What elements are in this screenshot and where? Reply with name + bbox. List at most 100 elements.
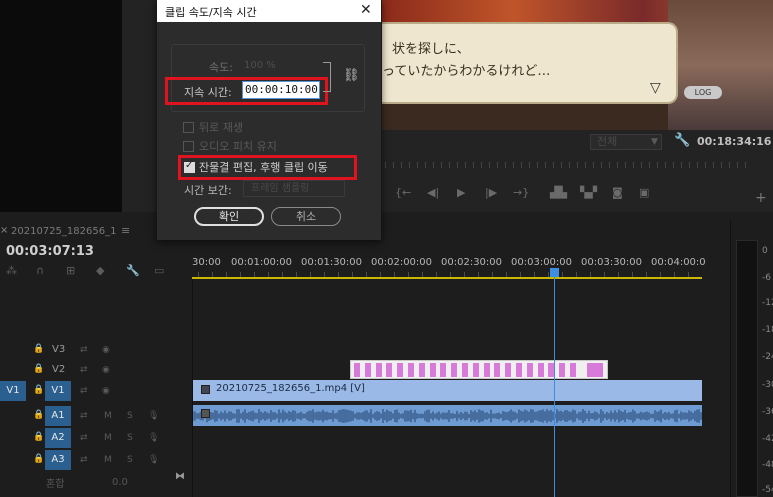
v2-clip-segment[interactable] <box>587 363 603 377</box>
v2-clip-segment[interactable] <box>451 363 458 377</box>
solo-button[interactable]: S <box>127 455 133 465</box>
eye-icon[interactable]: ◉ <box>102 365 110 375</box>
mix-volume-value[interactable]: 0.0 <box>112 477 128 488</box>
extract-icon[interactable]: ▚▞ <box>580 186 597 199</box>
wrench-icon[interactable]: 🔧 <box>126 264 140 277</box>
v2-clip-segment[interactable] <box>440 363 447 377</box>
track-target-a1[interactable]: A1 <box>45 406 71 426</box>
menu-icon[interactable]: ≡ <box>121 224 130 237</box>
v2-clip-segment[interactable] <box>364 363 371 377</box>
v2-clip-segment[interactable] <box>354 363 360 377</box>
clip-v2-strip[interactable] <box>350 360 608 379</box>
lock-icon[interactable]: 🔒 <box>33 385 44 395</box>
track-label[interactable]: V3 <box>52 344 65 355</box>
play-icon[interactable]: ▶ <box>457 186 465 199</box>
v2-clip-segment[interactable] <box>429 363 436 377</box>
track-header-v1: V1 🔒 V1 ⇄ ◉ <box>0 381 192 403</box>
v2-clip-segment[interactable] <box>526 363 533 377</box>
wrench-icon[interactable]: 🔧 <box>674 133 690 148</box>
interpolation-select[interactable]: 프레임 샘플링 <box>243 180 345 197</box>
add-button-icon[interactable]: + <box>755 190 767 206</box>
eye-icon[interactable]: ◉ <box>102 386 110 396</box>
v2-clip-segment[interactable] <box>386 363 393 377</box>
v2-clip-segment[interactable] <box>472 363 479 377</box>
track-label[interactable]: V2 <box>52 364 65 375</box>
ok-button[interactable]: 확인 <box>194 207 264 226</box>
program-ruler-tick <box>633 162 634 168</box>
playhead[interactable] <box>550 268 559 277</box>
ruler-label: 00:02:00:00 <box>371 257 433 268</box>
lock-icon[interactable]: 🔒 <box>33 344 44 354</box>
nest-icon[interactable]: ⁂ <box>6 264 17 277</box>
step-back-icon[interactable]: ◀| <box>427 186 439 199</box>
mute-button[interactable]: M <box>104 455 112 465</box>
program-ruler-tick <box>561 162 562 168</box>
v2-clip-segment[interactable] <box>408 363 414 377</box>
v2-clip-segment[interactable] <box>516 363 522 377</box>
v2-clip-segment[interactable] <box>397 363 404 377</box>
sync-lock-icon[interactable]: ⇄ <box>80 455 88 465</box>
marker-icon[interactable]: ◆ <box>96 264 104 277</box>
lock-icon[interactable]: 🔒 <box>33 410 44 420</box>
speed-field[interactable]: 100 % <box>244 60 276 71</box>
sync-lock-icon[interactable]: ⇄ <box>80 411 88 421</box>
lift-icon[interactable]: ▟▙ <box>550 186 567 199</box>
dialog-titlebar[interactable]: 클립 속도/지속 시간 ✕ <box>157 0 381 22</box>
sync-lock-icon[interactable]: ⇄ <box>80 433 88 443</box>
program-ruler-tick <box>393 162 394 168</box>
v2-clip-segment[interactable] <box>537 363 544 377</box>
v2-clip-segment[interactable] <box>494 363 501 377</box>
v2-clip-segment[interactable] <box>418 363 425 377</box>
step-forward-icon[interactable]: |▶ <box>485 186 497 199</box>
timeline-tab[interactable]: 20210725_182656_1 <box>11 226 116 237</box>
solo-button[interactable]: S <box>127 411 133 421</box>
program-ruler-tick <box>641 162 642 168</box>
program-ruler-tick <box>521 162 522 168</box>
program-timecode: 00:18:34:16 <box>697 135 772 148</box>
go-to-in-icon[interactable]: {← <box>395 186 411 199</box>
captions-icon[interactable]: ▭ <box>154 264 164 277</box>
lock-icon[interactable]: 🔒 <box>33 364 44 374</box>
compare-icon[interactable]: ▣ <box>639 186 649 199</box>
camera-icon[interactable]: ◙ <box>612 186 623 199</box>
clip-a1[interactable] <box>193 405 702 426</box>
go-to-out-icon[interactable]: →} <box>513 186 529 199</box>
v2-clip-segment[interactable] <box>462 363 468 377</box>
snap-icon[interactable]: ∩ <box>36 264 44 277</box>
source-patch-v1[interactable]: V1 <box>0 381 26 401</box>
lock-icon[interactable]: 🔒 <box>33 432 44 442</box>
close-icon[interactable]: × <box>0 225 8 236</box>
timeline-timecode[interactable]: 00:03:07:13 <box>6 244 94 259</box>
mute-button[interactable]: M <box>104 433 112 443</box>
track-target-v1[interactable]: V1 <box>45 381 71 401</box>
timeline-ruler[interactable]: 30:00 00:01:00:00 00:01:30:00 00:02:00:0… <box>192 252 706 278</box>
track-target-a2[interactable]: A2 <box>45 428 71 448</box>
v2-clip-segment[interactable] <box>559 363 566 377</box>
v2-clip-segment[interactable] <box>483 363 490 377</box>
link-icon[interactable]: ⛓ <box>343 68 360 83</box>
mic-icon[interactable]: 🎙 <box>148 411 159 421</box>
v2-clip-segment[interactable] <box>505 363 512 377</box>
v2-clip-segment[interactable] <box>570 363 576 377</box>
sync-lock-icon[interactable]: ⇄ <box>80 345 88 355</box>
work-area-bar[interactable] <box>192 277 702 279</box>
go-to-end-icon[interactable]: ⧓ <box>175 471 185 482</box>
pitch-checkbox[interactable] <box>183 141 194 152</box>
program-monitor-ruler[interactable] <box>385 160 755 170</box>
mic-icon[interactable]: 🎙 <box>148 455 159 465</box>
cancel-button[interactable]: 취소 <box>271 207 341 226</box>
mic-icon[interactable]: 🎙 <box>148 433 159 443</box>
sync-lock-icon[interactable]: ⇄ <box>80 386 88 396</box>
close-icon[interactable]: ✕ <box>360 2 372 18</box>
meter-label: -18 <box>762 325 773 335</box>
v2-clip-segment[interactable] <box>375 363 382 377</box>
sync-lock-icon[interactable]: ⇄ <box>80 365 88 375</box>
playhead-line[interactable] <box>554 277 555 497</box>
eye-icon[interactable]: ◉ <box>102 345 110 355</box>
linked-selection-icon[interactable]: ⊞ <box>66 264 75 277</box>
track-target-a3[interactable]: A3 <box>45 450 71 470</box>
solo-button[interactable]: S <box>127 433 133 443</box>
reverse-checkbox[interactable] <box>183 122 194 133</box>
mute-button[interactable]: M <box>104 411 112 421</box>
lock-icon[interactable]: 🔒 <box>33 454 44 464</box>
